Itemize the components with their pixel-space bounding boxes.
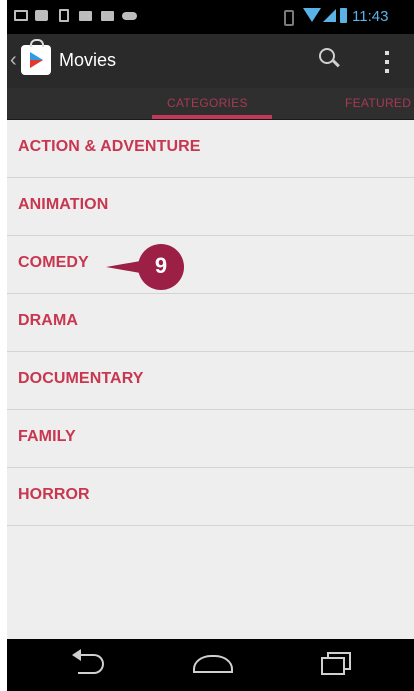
category-label: ACTION & ADVENTURE xyxy=(18,138,201,155)
up-navigation-icon[interactable]: ‹ xyxy=(10,49,17,71)
search-icon[interactable] xyxy=(319,48,341,70)
overflow-menu-icon[interactable] xyxy=(385,51,389,73)
screen-title: Movies xyxy=(59,50,117,70)
recent-apps-icon[interactable] xyxy=(319,652,351,675)
phone-icon xyxy=(59,9,69,22)
callout-number: 9 xyxy=(138,244,184,290)
tab-bar: CATEGORIES FEATURED xyxy=(7,88,414,120)
category-label: DRAMA xyxy=(18,312,79,329)
signal-icon xyxy=(323,9,336,22)
tab-featured[interactable]: FEATURED xyxy=(345,96,411,110)
category-label: COMEDY xyxy=(18,254,89,271)
category-label: FAMILY xyxy=(18,428,76,445)
category-label: ANIMATION xyxy=(18,196,109,213)
category-drama[interactable]: DRAMA xyxy=(7,294,414,352)
chat-icon xyxy=(35,10,48,21)
status-bar: 11:43 xyxy=(7,0,414,34)
home-icon[interactable] xyxy=(193,655,233,673)
category-action-adventure[interactable]: ACTION & ADVENTURE xyxy=(7,120,414,178)
navigation-bar xyxy=(7,639,414,691)
tab-categories[interactable]: CATEGORIES xyxy=(167,96,248,110)
step-callout: 9 xyxy=(106,244,186,290)
game-controller-icon xyxy=(122,12,137,20)
category-family[interactable]: FAMILY xyxy=(7,410,414,468)
bluetooth-icon xyxy=(284,10,294,26)
bag-icon xyxy=(101,11,114,21)
category-label: HORROR xyxy=(18,486,90,503)
status-clock: 11:43 xyxy=(352,8,389,25)
category-comedy[interactable]: COMEDY xyxy=(7,236,414,294)
category-animation[interactable]: ANIMATION xyxy=(7,178,414,236)
selected-tab-indicator xyxy=(152,115,272,119)
play-store-icon[interactable] xyxy=(21,39,51,75)
category-list: ACTION & ADVENTURE ANIMATION COMEDY DRAM… xyxy=(7,120,414,526)
phone-screen: 11:43 ‹ Movies CATEGORIES FEATURED ACTIO… xyxy=(7,0,414,691)
screenshot-frame: 11:43 ‹ Movies CATEGORIES FEATURED ACTIO… xyxy=(0,0,414,691)
battery-icon xyxy=(340,8,347,23)
category-horror[interactable]: HORROR xyxy=(7,468,414,526)
mail-icon xyxy=(14,10,28,21)
bag-icon xyxy=(79,11,92,21)
category-label: DOCUMENTARY xyxy=(18,370,144,387)
category-documentary[interactable]: DOCUMENTARY xyxy=(7,352,414,410)
action-bar: ‹ Movies xyxy=(7,34,414,88)
back-icon[interactable] xyxy=(72,649,112,675)
wifi-icon xyxy=(303,8,321,22)
